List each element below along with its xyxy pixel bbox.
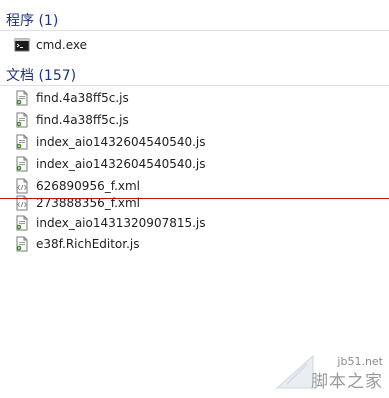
programs-header-divider (0, 30, 389, 31)
documents-group-header[interactable]: 文档 (157) (6, 65, 76, 85)
result-item-label: index_aio1431320907815.js (36, 216, 206, 230)
script-file-icon (14, 156, 30, 172)
result-item-document[interactable]: find.4a38ff5c.js (14, 110, 129, 130)
result-item-document[interactable]: index_aio1431320907815.js (14, 213, 206, 233)
result-item-document[interactable]: find.4a38ff5c.js (14, 88, 129, 108)
script-file-icon (14, 236, 30, 252)
red-separator-line (0, 198, 389, 199)
script-file-icon (14, 215, 30, 231)
result-item-document[interactable]: e38f.RichEditor.js (14, 234, 140, 254)
xml-file-icon (14, 178, 30, 194)
script-file-icon (14, 112, 30, 128)
documents-header-divider (0, 85, 389, 86)
result-item-document[interactable]: index_aio1432604540540.js (14, 154, 206, 174)
result-item-label: cmd.exe (36, 38, 88, 52)
script-file-icon (14, 134, 30, 150)
result-item-label: e38f.RichEditor.js (36, 237, 140, 251)
result-item-label: 626890956_f.xml (36, 179, 141, 193)
cmd-icon (14, 37, 30, 53)
watermark: jb51.net 脚本之家 (269, 328, 389, 398)
watermark-site-name: 脚本之家 (311, 372, 383, 392)
programs-group-header[interactable]: 程序 (1) (6, 10, 58, 30)
result-item-label: find.4a38ff5c.js (36, 113, 129, 127)
script-file-icon (14, 90, 30, 106)
result-item-label: index_aio1432604540540.js (36, 135, 206, 149)
result-item-cmd[interactable]: cmd.exe (14, 35, 87, 55)
result-item-document[interactable]: index_aio1432604540540.js (14, 132, 206, 152)
result-item-label: find.4a38ff5c.js (36, 91, 129, 105)
result-item-document[interactable]: 273888356_f.xml (14, 193, 140, 213)
result-item-label: index_aio1432604540540.js (36, 157, 206, 171)
